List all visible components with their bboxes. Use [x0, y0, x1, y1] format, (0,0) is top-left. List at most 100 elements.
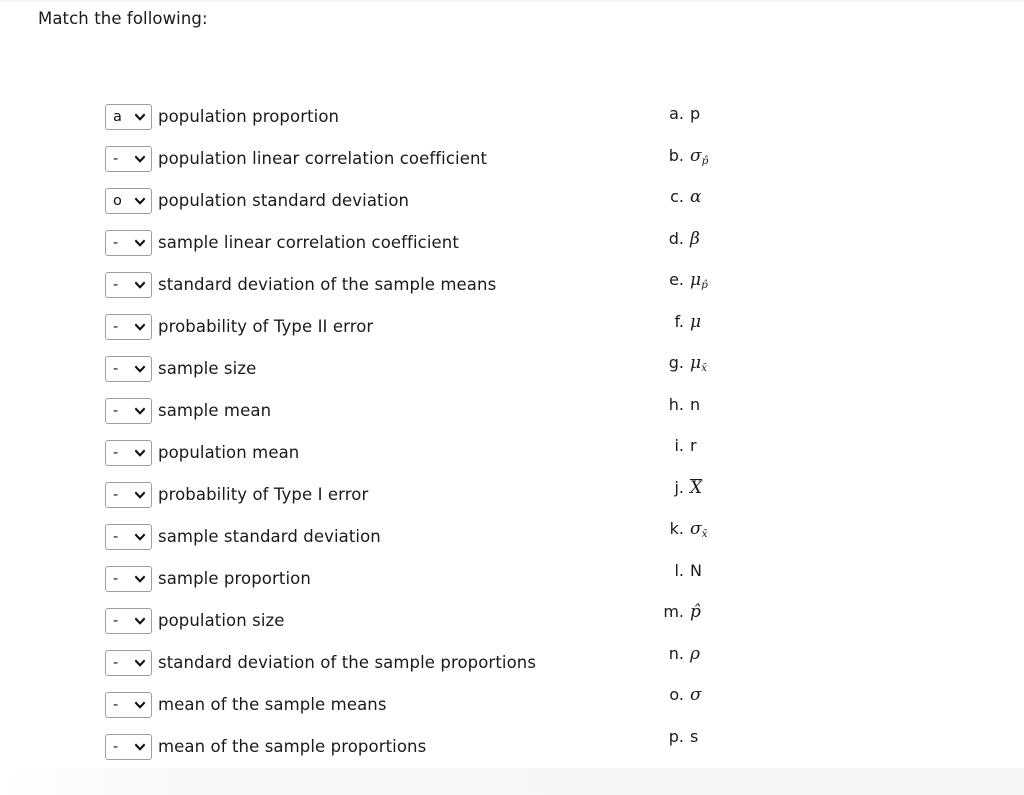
answer-select-13[interactable]: -	[105, 608, 152, 634]
option-symbol: μp̂	[690, 270, 708, 290]
option-symbol-base: s	[690, 726, 699, 746]
answer-select-8[interactable]: -	[105, 398, 152, 424]
answer-select-15[interactable]: -	[105, 692, 152, 718]
prompt-label: mean of the sample proportions	[158, 737, 427, 756]
option-symbol-subscript: p̂	[701, 278, 708, 291]
option-letter: i.	[674, 436, 684, 455]
option-symbol-base: r	[690, 436, 697, 455]
option-symbol: N	[690, 561, 702, 581]
prompt-row: - mean of the sample means	[105, 684, 635, 726]
chevron-down-icon	[135, 616, 145, 626]
option-letter: h.	[668, 394, 684, 414]
answer-select-11[interactable]: -	[105, 524, 152, 550]
option-symbol: β	[690, 229, 700, 249]
option-row: n. ρ	[640, 644, 760, 686]
option-letter: o.	[669, 685, 684, 704]
option-symbol-base: ρ	[690, 643, 700, 664]
prompt-label: population proportion	[158, 107, 340, 126]
answer-select-value: a	[113, 109, 122, 125]
chevron-down-icon	[135, 448, 145, 458]
answer-select-2[interactable]: -	[105, 146, 152, 172]
option-row: e. μp̂	[640, 270, 760, 312]
option-letter: p.	[668, 726, 684, 746]
chevron-down-icon	[135, 490, 145, 500]
chevron-down-icon	[135, 322, 145, 332]
prompt-row: - sample linear correlation coefficient	[105, 222, 635, 264]
prompt-row: o population standard deviation	[105, 180, 635, 222]
answer-select-value: -	[113, 361, 119, 377]
answer-select-value: -	[113, 277, 119, 293]
option-letter: k.	[669, 519, 684, 538]
option-symbol-base: p	[690, 104, 701, 123]
answer-select-3[interactable]: o	[105, 188, 152, 214]
option-row: i. r	[640, 436, 760, 478]
match-the-following-exercise: Match the following: a population proport…	[0, 0, 1024, 795]
bottom-edge-band	[0, 768, 1024, 795]
option-row: d. β	[640, 229, 760, 271]
answer-select-value: -	[113, 571, 119, 587]
option-row: j. X	[640, 478, 760, 520]
prompt-label: sample standard deviation	[158, 527, 381, 546]
answer-select-12[interactable]: -	[105, 566, 152, 592]
option-symbol: p̂	[690, 602, 701, 622]
prompt-label: sample mean	[158, 401, 272, 420]
prompt-row: - mean of the sample proportions	[105, 726, 635, 768]
prompt-row: - population size	[105, 600, 635, 642]
answer-select-9[interactable]: -	[105, 440, 152, 466]
answer-select-6[interactable]: -	[105, 314, 152, 340]
option-symbol: μx̄	[690, 353, 707, 373]
option-symbol: r	[690, 436, 697, 456]
option-row: c. α	[640, 187, 760, 229]
option-list: a. p b. σp̂ c. α d. β e. μp̂ f. μ g. μx̄ h. n i. r j. Xk. σx…	[640, 104, 760, 768]
option-row: h. n	[640, 395, 760, 437]
prompt-row: - sample standard deviation	[105, 516, 635, 558]
option-symbol-base: μ	[690, 353, 702, 373]
option-symbol-subscript: x̄	[701, 527, 708, 540]
answer-select-value: -	[113, 151, 119, 167]
option-symbol-base: σ	[690, 145, 702, 166]
answer-select-value: -	[113, 529, 119, 545]
prompt-label: sample linear correlation coefficient	[158, 233, 459, 252]
option-symbol: p	[690, 104, 700, 124]
answer-select-value: -	[113, 655, 119, 671]
prompt-label: standard deviation of the sample proport…	[158, 653, 537, 672]
chevron-down-icon	[135, 658, 145, 668]
answer-select-value: -	[113, 403, 119, 419]
option-letter: m.	[663, 602, 684, 621]
prompt-row: - population linear correlation coefficie…	[105, 138, 635, 180]
prompt-row: - sample mean	[105, 390, 635, 432]
chevron-down-icon	[135, 532, 145, 542]
option-row: m. p̂	[640, 602, 760, 644]
prompt-row: - sample size	[105, 348, 635, 390]
answer-select-1[interactable]: a	[105, 104, 152, 130]
prompt-row: - standard deviation of the sample propor…	[105, 642, 635, 684]
answer-select-value: -	[113, 697, 119, 713]
answer-select-5[interactable]: -	[105, 272, 152, 298]
option-row: g. μx̄	[640, 353, 760, 395]
option-row: o. σ	[640, 685, 760, 727]
option-letter: f.	[674, 311, 684, 331]
option-symbol: s	[690, 727, 698, 747]
answer-select-4[interactable]: -	[105, 230, 152, 256]
answer-select-value: -	[113, 739, 119, 755]
answer-select-10[interactable]: -	[105, 482, 152, 508]
answer-select-14[interactable]: -	[105, 650, 152, 676]
prompt-row: - probability of Type I error	[105, 474, 635, 516]
prompt-label: population linear correlation coefficien…	[158, 149, 488, 168]
chevron-down-icon	[135, 406, 145, 416]
option-letter: g.	[668, 353, 684, 372]
prompt-label: population size	[158, 611, 285, 630]
option-symbol-base: p̂	[690, 602, 701, 622]
option-symbol: σp̂	[690, 146, 708, 166]
answer-select-7[interactable]: -	[105, 356, 152, 382]
option-row: a. p	[640, 104, 760, 146]
prompt-row: a population proportion	[105, 96, 635, 138]
option-symbol-base: β	[690, 228, 700, 249]
option-letter: b.	[668, 145, 684, 165]
answer-select-16[interactable]: -	[105, 734, 152, 760]
option-symbol-base: n	[690, 394, 701, 414]
prompt-list: a population proportion - population linear…	[105, 96, 635, 768]
answer-select-value: -	[113, 235, 119, 251]
chevron-down-icon	[135, 280, 145, 290]
option-row: k. σx̄	[640, 519, 760, 561]
